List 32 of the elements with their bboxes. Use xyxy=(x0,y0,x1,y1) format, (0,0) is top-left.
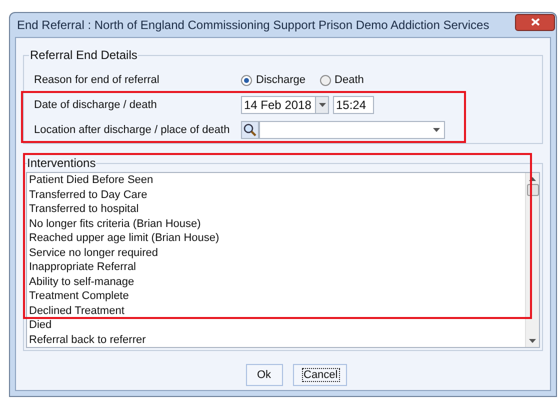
list-item[interactable]: No longer fits criteria (Brian House) xyxy=(29,218,201,230)
time-field[interactable]: 15:24 xyxy=(333,96,374,114)
list-item[interactable]: Service no longer required xyxy=(29,246,158,258)
list-item[interactable]: Transferred to Day Care xyxy=(29,188,148,200)
group-title: Interventions xyxy=(27,155,96,172)
list-item[interactable]: Patient Died Before Seen xyxy=(29,174,154,186)
close-button[interactable] xyxy=(515,14,555,30)
window-title: End Referral : North of England Commissioning Support Prison Demo Addiction Services xyxy=(17,17,490,34)
close-icon xyxy=(530,18,540,26)
list-item[interactable]: Inappropriate Referral xyxy=(29,261,136,273)
list-item[interactable]: Declined Treatment xyxy=(29,304,124,316)
dialog-button[interactable]: Cancel xyxy=(292,364,346,386)
field-label: Reason for end of referral xyxy=(34,72,160,88)
caret-icon xyxy=(433,128,440,132)
scroll-down-icon xyxy=(529,339,536,343)
radio-option[interactable]: Discharge xyxy=(241,72,306,88)
field-label: Date of discharge / death xyxy=(34,98,158,113)
search-button[interactable] xyxy=(241,121,259,139)
list-item[interactable]: Died xyxy=(29,319,52,331)
list-item[interactable]: Referral back to referrer xyxy=(29,334,146,346)
list-item[interactable]: Treatment Complete xyxy=(29,290,129,302)
caret-icon xyxy=(318,103,326,107)
search-icon xyxy=(243,123,257,137)
field-label: Location after discharge / place of death xyxy=(34,122,231,138)
list-item[interactable]: Ability to self-manage xyxy=(29,276,134,288)
group-title: Referral End Details xyxy=(29,47,138,64)
list-item[interactable]: Reached upper age limit (Brian House) xyxy=(29,232,220,244)
list-item[interactable]: Transferred to hospital xyxy=(29,203,139,215)
scroll-up-icon xyxy=(529,177,536,181)
radio-option[interactable]: Death xyxy=(320,72,364,88)
date-field[interactable]: 14 Feb 2018 xyxy=(241,96,329,114)
dialog-button[interactable]: Ok xyxy=(246,364,282,386)
